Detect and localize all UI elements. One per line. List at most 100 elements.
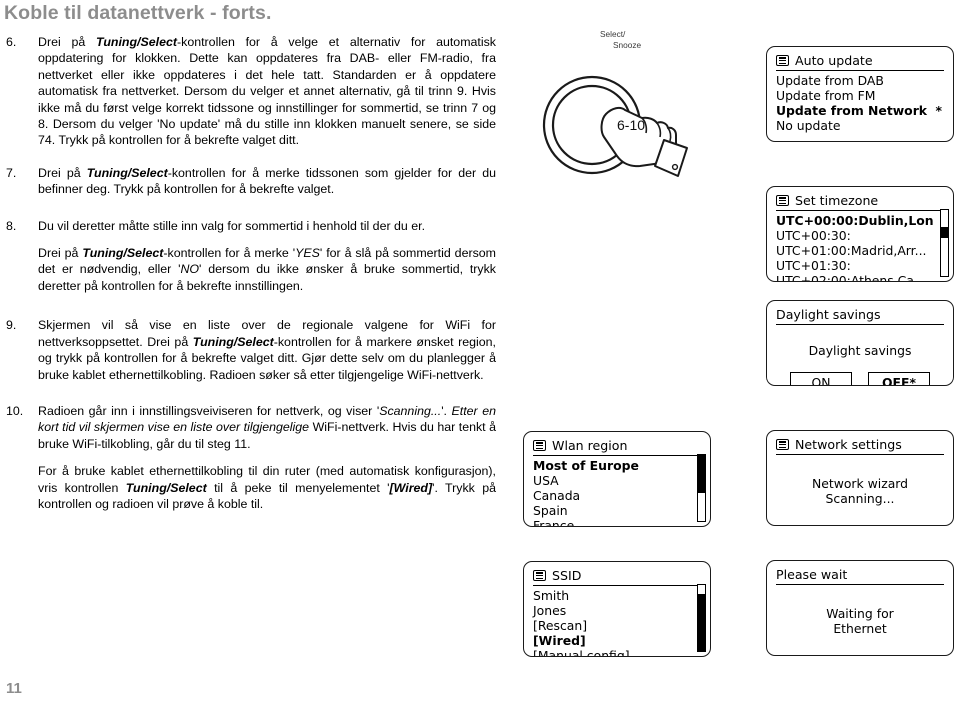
step-number: 10. [6,403,24,418]
list-item-label: Update from FM [776,88,876,104]
screen-header: Wlan region [533,438,701,456]
list-item-label: UTC+01:30: [776,258,851,274]
list-item-label: No update [776,118,841,134]
list-item-label: Jones [533,603,567,619]
list-item-label: [Manual config] [533,648,630,657]
list-item[interactable]: UTC+02:00:Athens,Ca... [776,273,932,282]
screen-ssid: SSID Smith Jones [Rescan] [Wired] [Manua… [523,561,711,657]
dial-svg [542,75,688,177]
list-item[interactable]: Update from FM [776,88,944,103]
list-item-label: UTC+00:30: [776,228,851,244]
list-item-label: UTC+02:00:Athens,Ca... [776,273,926,282]
screen-please-wait: Please wait Waiting for Ethernet [766,560,954,656]
tuning-select-dial-illustration: Select/ Snooze 6-10 [524,24,739,189]
list-item-label: Smith [533,588,570,603]
control-name-emphasis: Tuning/Select [82,246,164,261]
screen-title: Wlan region [552,438,628,453]
scrollbar[interactable] [940,209,949,277]
list-item-selected[interactable]: Most of Europe [533,458,689,473]
instruction-step-9: 9. Skjermen vil så vise en liste over de… [0,317,496,383]
list-item[interactable]: Spain [533,503,689,518]
dial-step-range-label: 6-10 [617,117,646,133]
scrollbar-thumb[interactable] [698,455,705,494]
step-number: 9. [6,318,17,333]
list-item[interactable]: Update from DAB [776,73,944,88]
list-item[interactable]: [Manual config] [533,648,689,657]
option-yes: YES [295,246,320,261]
screen-title: Auto update [795,53,873,68]
list-item[interactable]: France [533,518,689,526]
step-text: Drei på Tuning/Select-kontrollen for å m… [38,165,497,197]
control-name-emphasis: Tuning/Select [125,480,207,495]
screen-title: Network settings [795,437,902,452]
list-item-selected[interactable]: [Wired] [533,633,689,648]
list-item[interactable]: Canada [533,488,689,503]
manual-page: Koble til datanettverk - forts. 6. Drei … [0,0,960,703]
step-number: 7. [6,165,17,180]
step-text: Skjermen vil så vise en liste over de re… [38,318,496,382]
screen-header: Please wait [776,567,944,585]
list-item-label: [Wired] [533,633,586,649]
list-item-mark: * [935,103,942,119]
list-item-selected[interactable]: Update from Network * [776,103,944,118]
instruction-step-7: 7. Drei på Tuning/Select-kontrollen for … [0,165,496,198]
list-item[interactable]: USA [533,473,689,488]
control-name-emphasis: Tuning/Select [95,35,177,49]
daylight-off-button[interactable]: OFF* [868,372,930,385]
instruction-list: 6. Drei på Tuning/Select-kontrollen for … [0,34,496,523]
screen-header: Daylight savings [776,307,944,325]
list-item-selected[interactable]: UTC+00:00:Dublin,Lon [776,213,934,228]
screen-title: Please wait [776,567,848,582]
screen-set-timezone: Set timezone UTC+00:00:Dublin,Lon UTC+00… [766,186,954,282]
scrollbar[interactable] [697,454,706,522]
list-item-label: UTC+01:00:Madrid,Arr... [776,243,927,259]
menu-list: Most of Europe USA Canada Spain France [533,458,701,526]
status-line-2: Scanning... [825,491,895,507]
list-item[interactable]: UTC+00:30: [776,228,932,243]
list-item-label: UTC+00:00:Dublin,Lon [776,213,934,228]
menu-icon [533,570,546,581]
list-item-label: Update from Network [776,103,928,119]
screen-wlan-region: Wlan region Most of Europe USA Canada Sp… [523,431,711,527]
page-number: 11 [6,680,22,697]
step-number: 8. [6,218,17,233]
list-item-label: Spain [533,503,568,519]
list-item[interactable]: Smith [533,588,689,603]
toggle-button-group: ON OFF* [776,372,944,385]
page-title: Koble til datanettverk - forts. [4,2,272,24]
step-text: Drei på Tuning/Select-kontrollen for å v… [38,35,496,148]
option-no: NO [180,262,200,277]
list-item-label: Update from DAB [776,73,884,88]
list-item-label: Canada [533,488,581,504]
scrollbar-thumb[interactable] [941,226,948,238]
menu-icon [533,440,546,451]
list-item[interactable]: UTC+01:30: [776,258,932,273]
status-line-1: Network wizard [811,476,909,491]
screen-header: Auto update [776,53,944,71]
list-item[interactable]: UTC+01:00:Madrid,Arr... [776,243,932,258]
list-item-label: USA [533,473,559,489]
instruction-step-6: 6. Drei på Tuning/Select-kontrollen for … [0,34,496,149]
menu-list: UTC+00:00:Dublin,Lon UTC+00:30: UTC+01:0… [776,213,944,282]
list-item[interactable]: No update [776,118,944,133]
screen-title: Set timezone [795,193,879,208]
screen-header: SSID [533,568,701,586]
scrollbar[interactable] [697,584,706,652]
status-line-1: Waiting for [826,606,894,621]
control-name-emphasis: Tuning/Select [86,165,168,180]
screen-header: Set timezone [776,193,944,211]
menu-item-wired: [Wired] [389,480,433,495]
menu-icon [776,195,789,206]
screen-auto-update: Auto update Update from DAB Update from … [766,46,954,142]
daylight-on-button[interactable]: ON [790,372,852,385]
list-item[interactable]: Jones [533,603,689,618]
screen-header: Network settings [776,437,944,455]
menu-list: Smith Jones [Rescan] [Wired] [Manual con… [533,588,701,657]
screen-title: SSID [552,568,582,583]
menu-icon [776,55,789,66]
list-item[interactable]: [Rescan] [533,618,689,633]
scrollbar-thumb[interactable] [698,594,705,651]
instruction-step-8: 8. Du vil deretter måtte stille inn valg… [0,218,496,295]
control-name-emphasis: Tuning/Select [192,334,274,349]
step-number: 6. [6,35,17,49]
